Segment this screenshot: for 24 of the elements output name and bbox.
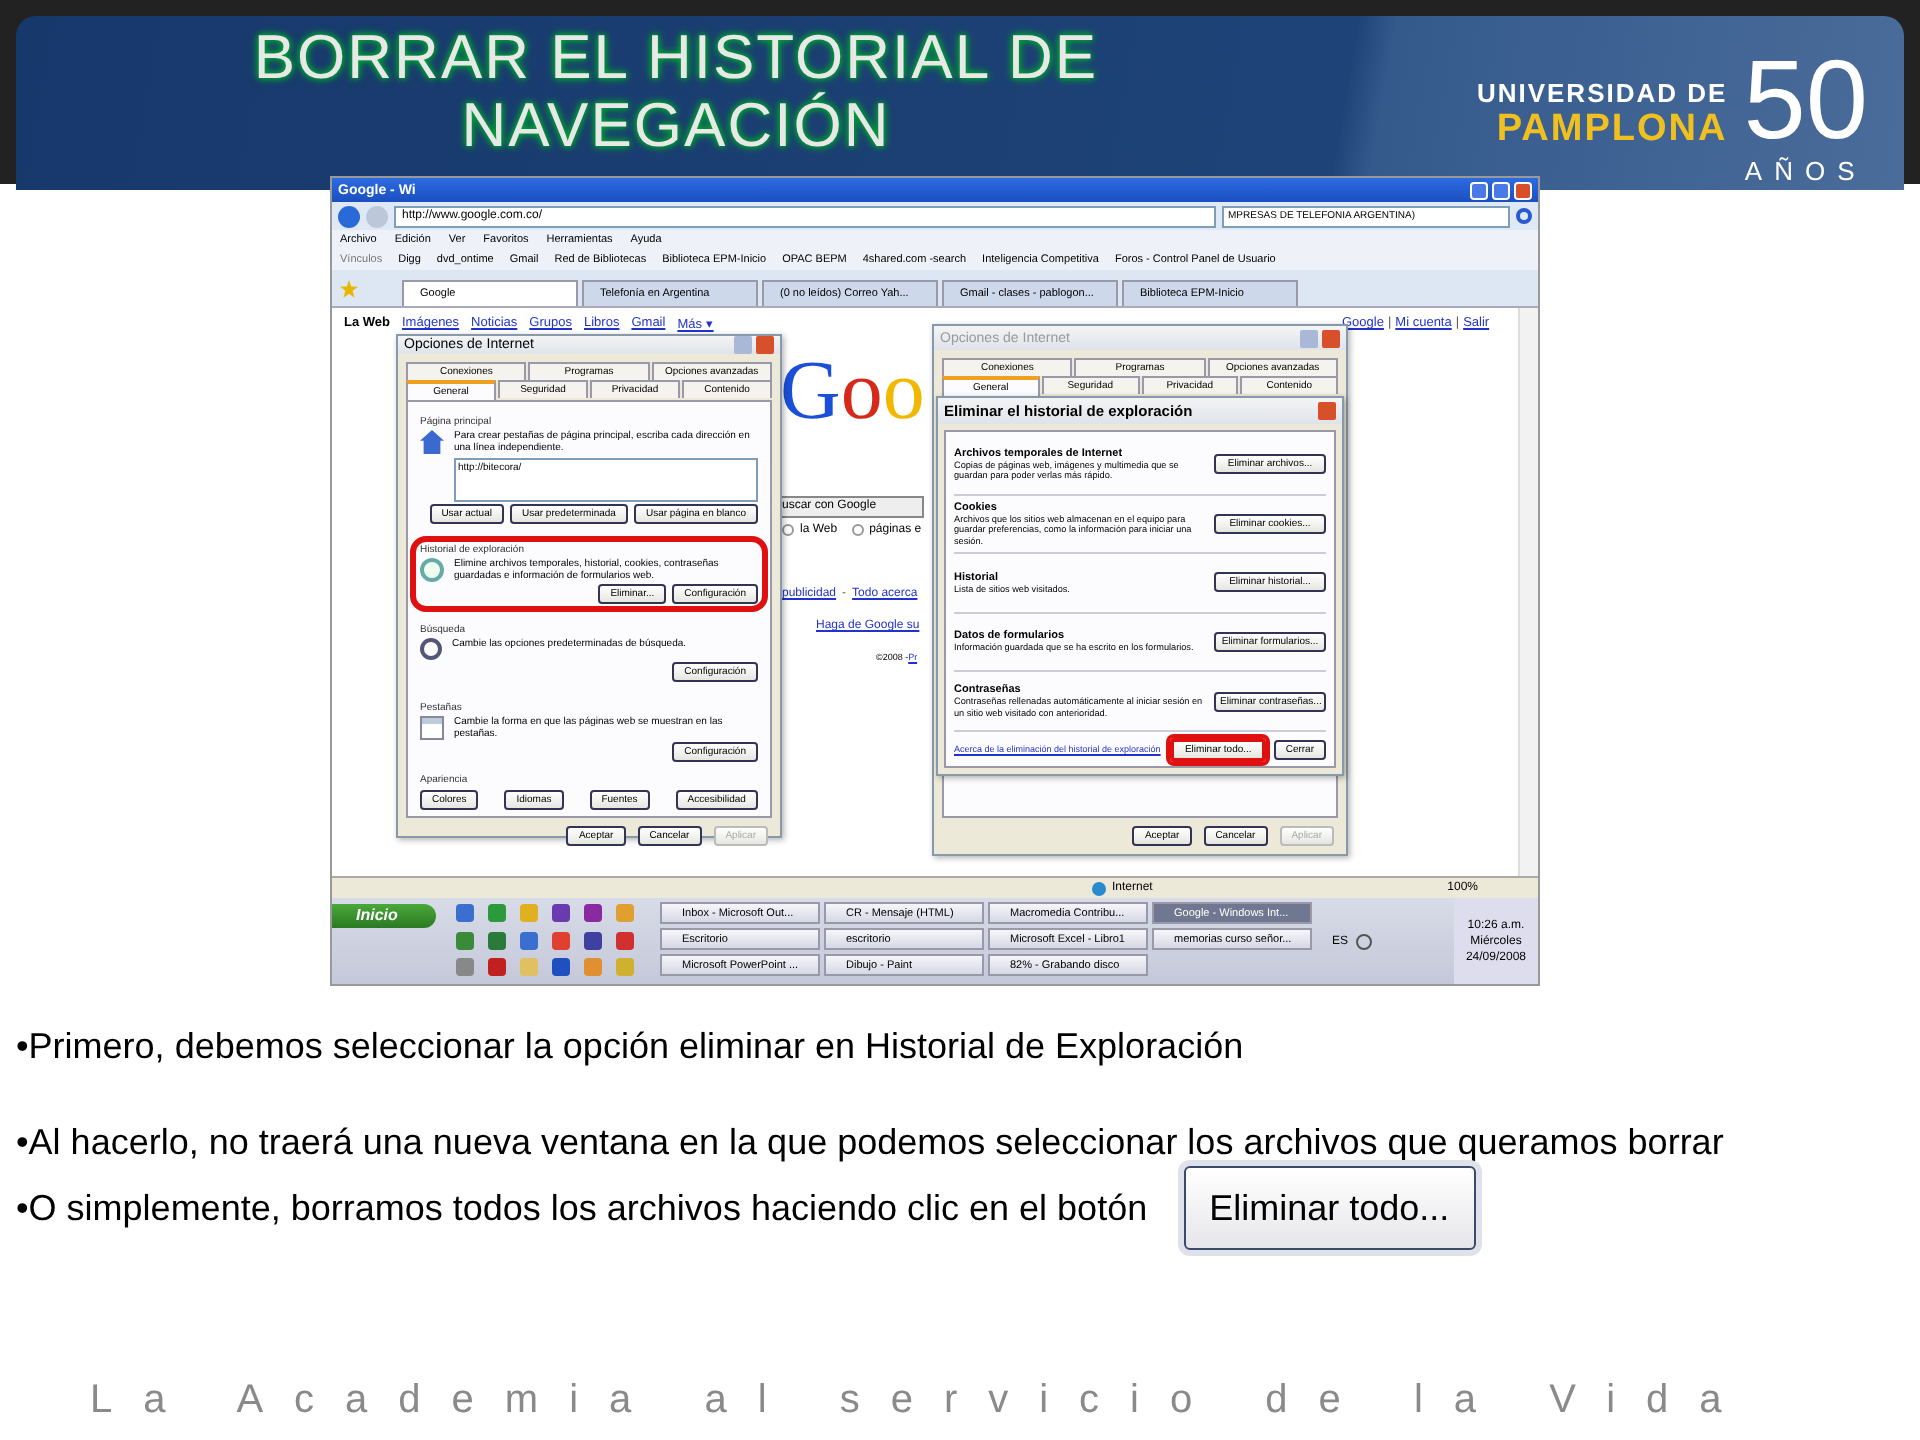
scrollbar[interactable]	[1518, 308, 1538, 876]
start-button[interactable]: Inicio	[332, 904, 436, 928]
radio-button[interactable]	[851, 524, 864, 536]
logo-number: 50	[1743, 44, 1868, 156]
window-icon	[420, 716, 444, 740]
back-icon[interactable]	[338, 205, 360, 227]
bullet-text: •Primero, debemos seleccionar la opción eliminar en Historial de Exploración	[16, 1026, 1244, 1066]
radio-button[interactable]	[782, 524, 794, 536]
globe-icon	[1092, 881, 1106, 895]
logo-text: PAMPLONA	[1496, 108, 1728, 152]
house-icon	[420, 430, 444, 454]
minimize-icon[interactable]	[1470, 181, 1488, 199]
search-icon[interactable]	[1516, 208, 1532, 224]
button-image: Eliminar todo...	[1183, 1166, 1476, 1250]
motto-text: La Academia al servicio de la Vida	[90, 1377, 1753, 1423]
maximize-icon[interactable]	[1492, 181, 1510, 199]
close-icon[interactable]	[1514, 181, 1532, 199]
slide-title: BORRAR EL HISTORIAL DE NAVEGACIÓN	[251, 24, 1101, 160]
star-icon[interactable]	[340, 279, 358, 297]
logo-text: UNIVERSIDAD DE	[1476, 78, 1728, 108]
close-icon[interactable]	[1322, 329, 1340, 347]
bullet-text: •O simplemente, borramos todos los archivos haciendo clic en el botón	[16, 1186, 1148, 1232]
logo-text: AÑOS	[1744, 156, 1867, 186]
bullet-text: •Al hacerlo, no traerá una nueva ventana en la que podemos seleccionar los archivos que queramos borrar	[16, 1122, 1724, 1162]
